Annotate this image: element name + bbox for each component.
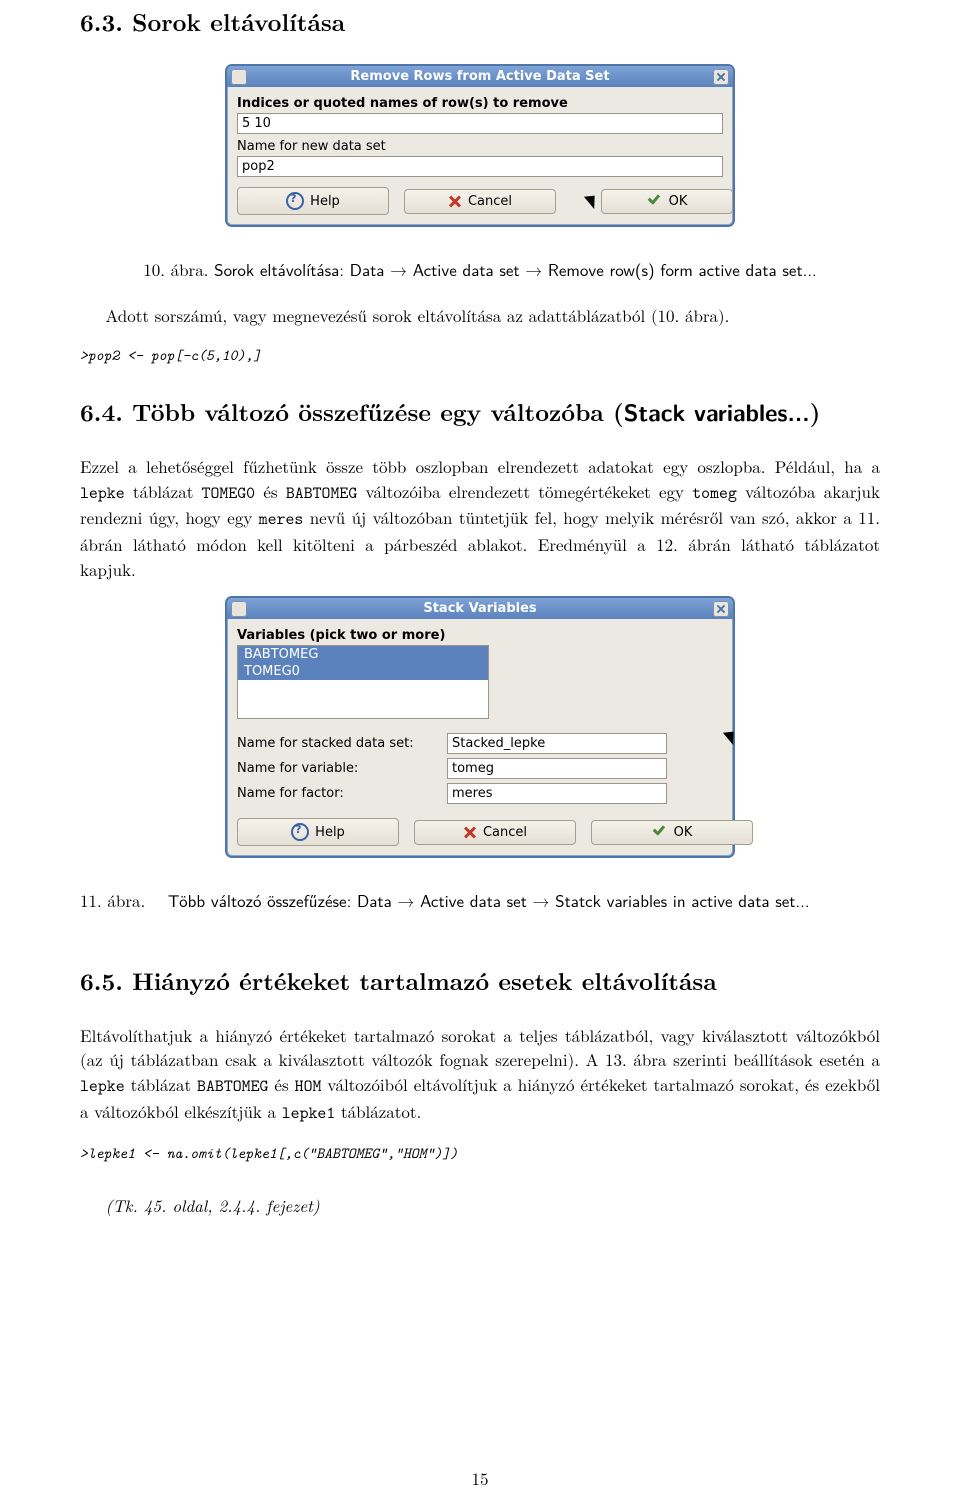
list-item[interactable]: BABTOMEG	[238, 646, 488, 663]
stack-variables-dialog: Stack Variables Variables (pick two or m…	[225, 596, 735, 858]
paragraph-adott-sorszamu: Adott sorszámú, vagy megnevezésű sorok e…	[80, 303, 880, 328]
mouse-cursor-icon	[725, 728, 739, 746]
ok-icon	[647, 194, 663, 208]
close-icon[interactable]	[713, 69, 729, 85]
newname-label: Name for new data set	[237, 139, 723, 154]
figure-11-caption: 11. ábra. Több változó összefűzése: Data…	[80, 888, 880, 914]
window-menu-icon[interactable]	[231, 601, 247, 617]
ok-button[interactable]: OK	[591, 820, 753, 845]
ok-icon	[652, 825, 668, 839]
figure-10: Remove Rows from Active Data Set Indices…	[80, 64, 880, 227]
dialog-title: Remove Rows from Active Data Set	[350, 69, 609, 84]
paragraph-stack-variables: Ezzel a lehetőséggel fűzhetünk össze töb…	[80, 454, 880, 581]
variable-name-label: Name for variable:	[237, 761, 447, 776]
help-button-label: Help	[310, 194, 340, 209]
cancel-button-label: Cancel	[483, 825, 527, 840]
cancel-button[interactable]: Cancel	[414, 820, 576, 845]
stacked-name-input[interactable]	[447, 733, 667, 754]
factor-name-label: Name for factor:	[237, 786, 447, 801]
factor-name-input[interactable]	[447, 783, 667, 804]
textbook-reference: (Tk. 45. oldal, 2.4.4. fejezet)	[80, 1193, 880, 1218]
ok-button-label: OK	[674, 825, 693, 840]
cancel-icon	[463, 825, 477, 839]
ok-button[interactable]: OK	[601, 189, 733, 214]
newname-input[interactable]	[237, 156, 723, 177]
section-6-4-heading: 6.4. Több változó összefűzése egy változ…	[80, 395, 880, 429]
help-button[interactable]: Help	[237, 818, 399, 846]
close-icon[interactable]	[713, 601, 729, 617]
remove-rows-dialog: Remove Rows from Active Data Set Indices…	[225, 64, 735, 227]
stacked-name-label: Name for stacked data set:	[237, 736, 447, 751]
cancel-button[interactable]: Cancel	[404, 189, 556, 214]
code-lepke1: >lepke1 <- na.omit(lepke1[,c("BABTOMEG",…	[80, 1143, 880, 1163]
help-icon	[286, 192, 304, 210]
list-item[interactable]: TOMEG0	[238, 663, 488, 680]
indices-input[interactable]	[237, 113, 723, 134]
cancel-button-label: Cancel	[468, 194, 512, 209]
page-number: 15	[0, 1466, 960, 1490]
indices-label: Indices or quoted names of row(s) to rem…	[237, 96, 723, 111]
variables-label: Variables (pick two or more)	[237, 628, 723, 643]
help-icon	[291, 823, 309, 841]
ok-button-label: OK	[669, 194, 688, 209]
dialog-titlebar: Stack Variables	[227, 598, 733, 619]
code-pop2: >pop2 <- pop[-c(5,10),]	[80, 345, 880, 365]
help-button-label: Help	[315, 825, 345, 840]
figure-11: Stack Variables Variables (pick two or m…	[80, 596, 880, 858]
window-menu-icon[interactable]	[231, 69, 247, 85]
section-6-3-heading: 6.3. Sorok eltávolítása	[80, 5, 880, 39]
figure-10-caption: 10. ábra. Sorok eltávolítása: Data → Act…	[80, 257, 880, 283]
dialog-titlebar: Remove Rows from Active Data Set	[227, 66, 733, 87]
variable-name-input[interactable]	[447, 758, 667, 779]
cancel-icon	[448, 194, 462, 208]
help-button[interactable]: Help	[237, 187, 389, 215]
section-6-5-heading: 6.5. Hiányzó értékeket tartalmazó esetek…	[80, 964, 880, 998]
paragraph-missing-values: Eltávolíthatjuk a hiányzó értékeket tart…	[80, 1023, 880, 1126]
dialog-title: Stack Variables	[423, 601, 536, 616]
variables-listbox[interactable]: BABTOMEG TOMEG0	[237, 645, 489, 719]
